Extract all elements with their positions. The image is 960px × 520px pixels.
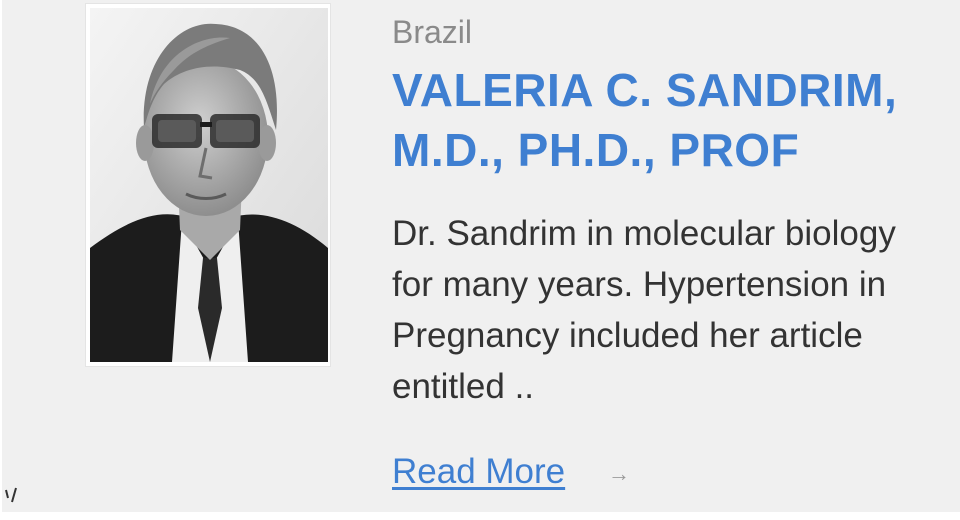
profile-bio: Dr. Sandrim in molecular biology for man… (392, 208, 958, 412)
profile-name[interactable]: VALERIA C. SANDRIM, M.D., PH.D., PROF (392, 60, 958, 180)
profile-photo (90, 8, 328, 362)
left-edge-divider (0, 0, 2, 512)
profile-name-line[interactable]: VALERIA C. SANDRIM, (392, 60, 958, 120)
bio-line: for many years. Hypertension in (392, 265, 887, 304)
bio-line: Pregnancy included her article (392, 316, 863, 355)
bio-line: Dr. Sandrim in molecular biology (392, 214, 896, 253)
pen-mark-icon (5, 487, 17, 503)
bottom-divider (0, 512, 960, 520)
country-label: Brazil (392, 14, 473, 50)
arrow-right-icon[interactable]: → (608, 462, 630, 486)
bio-line: entitled .. (392, 367, 535, 406)
profile-name-line[interactable]: M.D., PH.D., PROF (392, 120, 958, 180)
read-more-link[interactable]: Read More (392, 448, 565, 496)
